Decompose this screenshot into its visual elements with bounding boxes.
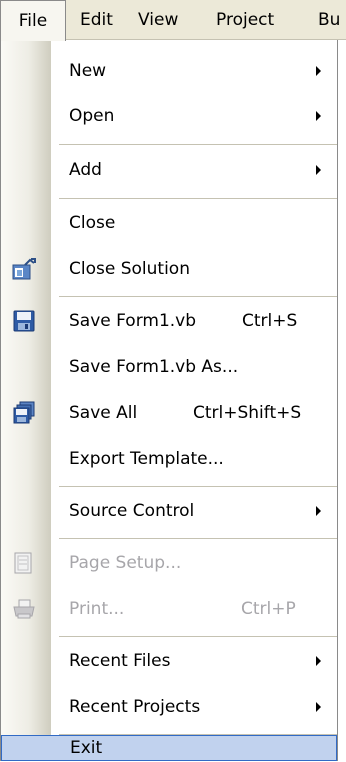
- menu-item-shortcut: Ctrl+P: [241, 599, 296, 619]
- menu-item-close-solution[interactable]: Close Solution: [1, 246, 337, 292]
- menu-separator: [59, 486, 337, 487]
- submenu-arrow-icon: [316, 656, 321, 666]
- menu-item-recent-files[interactable]: Recent Files: [1, 638, 337, 684]
- menu-item-label: Export Template...: [69, 449, 224, 469]
- menu-item-open[interactable]: Open: [1, 93, 337, 139]
- menu-item-new[interactable]: New: [1, 48, 337, 94]
- menu-item-source-control[interactable]: Source Control: [1, 488, 337, 534]
- menu-item-label: New: [69, 61, 107, 81]
- menu-separator: [59, 198, 337, 199]
- menu-item-label: Recent Projects: [69, 697, 201, 717]
- menu-item-label: Exit: [70, 738, 103, 758]
- submenu-arrow-icon: [316, 702, 321, 712]
- menu-item-exit[interactable]: Exit: [1, 735, 337, 761]
- submenu-arrow-icon: [316, 111, 321, 121]
- menu-item-recent-projects[interactable]: Recent Projects: [1, 684, 337, 730]
- menu-separator: [59, 538, 337, 539]
- menu-item-save-all[interactable]: Save All Ctrl+Shift+S: [1, 390, 337, 436]
- submenu-arrow-icon: [316, 165, 321, 175]
- menu-item-label: Recent Files: [69, 651, 171, 671]
- menu-item-add[interactable]: Add: [1, 147, 337, 193]
- menu-item-save[interactable]: Save Form1.vb Ctrl+S: [1, 298, 337, 344]
- menubar-build[interactable]: Bu: [318, 0, 346, 40]
- menu-item-label: Save Form1.vb As...: [69, 357, 239, 377]
- menu-item-close[interactable]: Close: [1, 200, 337, 246]
- menu-item-label: Page Setup...: [69, 553, 182, 573]
- menu-item-shortcut: Ctrl+Shift+S: [193, 403, 302, 423]
- menu-bar: File Edit View Project Bu: [0, 0, 346, 41]
- menubar-view[interactable]: View: [138, 0, 198, 40]
- menu-item-label: Add: [69, 160, 102, 180]
- page-setup-icon: [11, 551, 37, 575]
- menubar-project[interactable]: Project: [216, 0, 296, 40]
- menu-item-shortcut: Ctrl+S: [242, 311, 298, 331]
- menubar-edit[interactable]: Edit: [80, 0, 130, 40]
- save-all-icon: [11, 401, 37, 425]
- menu-item-page-setup: Page Setup...: [1, 540, 337, 586]
- menu-item-label: Source Control: [69, 501, 195, 521]
- menu-item-label: Print...: [69, 599, 125, 619]
- menu-item-label: Close Solution: [69, 259, 190, 279]
- menu-item-export-template[interactable]: Export Template...: [1, 436, 337, 482]
- menu-item-label: Save All: [69, 403, 138, 423]
- menu-item-label: Open: [69, 106, 115, 126]
- menubar-file[interactable]: File: [0, 0, 66, 41]
- save-icon: [11, 309, 37, 333]
- submenu-arrow-icon: [316, 66, 321, 76]
- close-solution-icon: [11, 257, 37, 281]
- print-icon: [11, 597, 37, 621]
- menu-separator: [59, 636, 337, 637]
- menu-item-label: Close: [69, 213, 116, 233]
- menu-separator: [59, 296, 337, 297]
- menu-item-print: Print... Ctrl+P: [1, 586, 337, 632]
- menu-separator: [59, 144, 337, 145]
- menu-item-save-as[interactable]: Save Form1.vb As...: [1, 344, 337, 390]
- submenu-arrow-icon: [316, 506, 321, 516]
- menu-item-label: Save Form1.vb: [69, 311, 197, 331]
- file-menu: New Open Add Close Close Solution Save F…: [0, 40, 338, 761]
